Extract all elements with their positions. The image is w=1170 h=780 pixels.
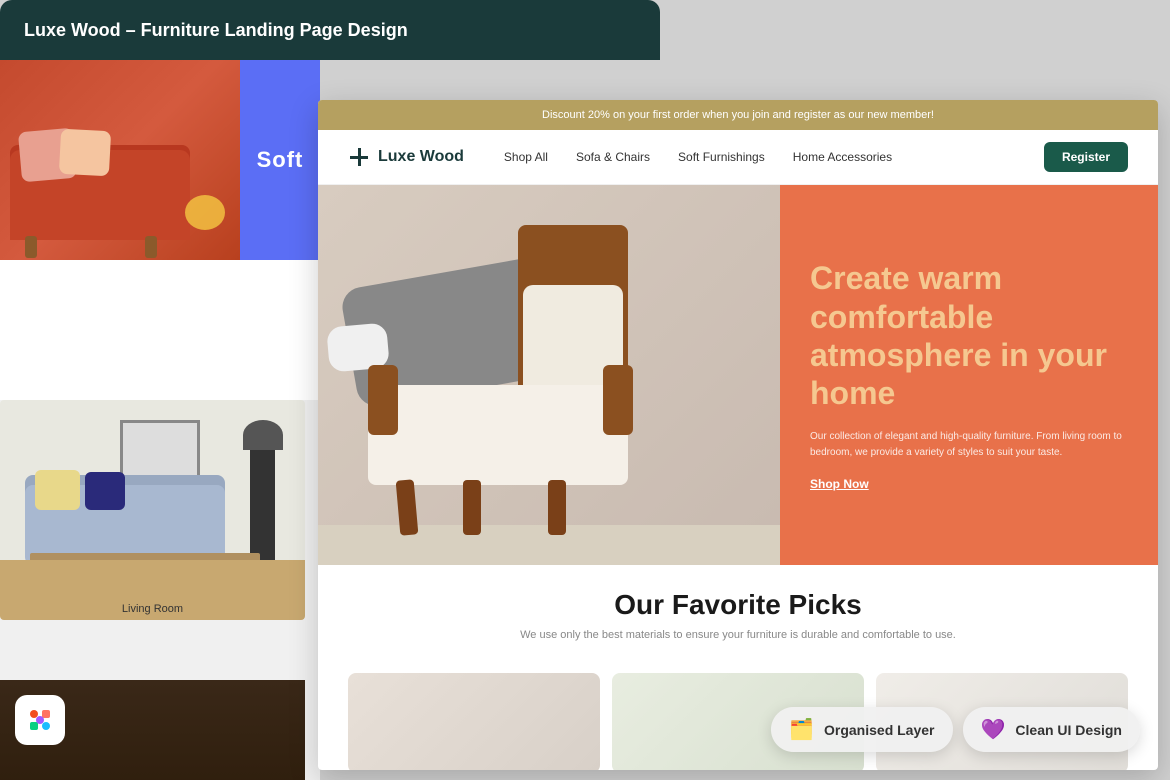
figma-preview: The Desig [0,680,305,780]
navbar: Luxe Wood Shop All Sofa & Chairs Soft Fu… [318,130,1158,185]
picks-description: We use only the best materials to ensure… [348,629,1128,641]
white-spacer [0,260,320,400]
logo-cross-icon [348,146,370,168]
lr-lamp-shade [243,420,283,450]
clean-ui-text: Clean UI Design [1015,722,1122,738]
nav-links: Shop All Sofa & Chairs Soft Furnishings … [504,150,1044,164]
chair-arm-left [368,365,398,435]
logo-name: Luxe Wood [378,148,464,166]
product-card-1[interactable] [348,673,600,770]
hero-content: Create warm comfortable atmosphere in yo… [780,185,1158,565]
decor-item [185,195,225,230]
register-button[interactable]: Register [1044,142,1128,172]
promo-text: Discount 20% on your first order when yo… [542,109,934,121]
pillow2 [59,129,111,177]
promo-bar: Discount 20% on your first order when yo… [318,100,1158,130]
hero-section: Create warm comfortable atmosphere in yo… [318,185,1158,565]
left-preview: Soft Living Room [0,60,320,780]
chair-arm-right [603,365,633,435]
soft-label: Soft [257,147,304,173]
hero-image [318,185,780,565]
lr-pillow1 [35,470,80,510]
organised-layer-icon: 🗂️ [789,717,814,742]
badges-row: 🗂️ Organised Layer 💜 Clean UI Design [771,707,1140,752]
hero-description: Our collection of elegant and high-quali… [810,429,1128,461]
blue-label-box: Soft [240,60,320,260]
chair-leg3 [548,480,566,535]
figma-icon [15,695,65,745]
logo-area: Luxe Wood [348,146,464,168]
picks-title: Our Favorite Picks [348,589,1128,621]
chair-leg2 [463,480,481,535]
main-site: Discount 20% on your first order when yo… [318,100,1158,770]
sofa-leg1 [25,236,37,258]
picks-section: Our Favorite Picks We use only the best … [318,565,1158,673]
nav-home-accessories[interactable]: Home Accessories [793,150,892,164]
nav-shop-all[interactable]: Shop All [504,150,548,164]
chair-leg1 [396,479,419,535]
lr-pillow2 [85,472,125,510]
living-room-label: Living Room [122,603,183,615]
wall-frame [120,420,200,480]
living-room-image: Living Room [0,400,305,620]
sofa-image [0,60,240,260]
title-bar-text: Luxe Wood – Furniture Landing Page Desig… [24,20,408,41]
organised-layer-badge: 🗂️ Organised Layer [771,707,952,752]
clean-ui-icon: 💜 [981,717,1006,742]
lr-lamp [250,445,275,565]
nav-soft-furnishings[interactable]: Soft Furnishings [678,150,765,164]
nav-sofa-chairs[interactable]: Sofa & Chairs [576,150,650,164]
shop-now-link[interactable]: Shop Now [810,477,1128,491]
title-bar: Luxe Wood – Furniture Landing Page Desig… [0,0,660,60]
hero-title: Create warm comfortable atmosphere in yo… [810,259,1128,413]
clean-ui-badge: 💜 Clean UI Design [963,707,1141,752]
sofa-leg2 [145,236,157,258]
chair-seat [368,385,628,485]
organised-layer-text: Organised Layer [824,722,935,738]
